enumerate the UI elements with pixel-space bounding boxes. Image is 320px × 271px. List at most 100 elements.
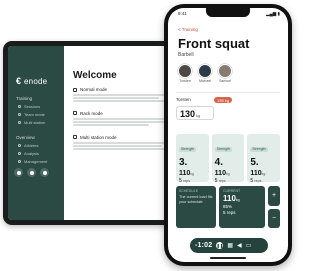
set-label: Strength (250, 146, 268, 152)
dot-icon (18, 113, 21, 116)
status-badge: 135 kg (214, 97, 233, 103)
text-line (73, 145, 162, 147)
mode-label: Normal mode (80, 87, 108, 92)
dot-icon (18, 121, 21, 124)
set-number: 4. (214, 157, 224, 168)
weight-field[interactable]: 130 kg (176, 106, 214, 120)
dot-icon (18, 160, 21, 163)
set-card[interactable]: Strength 5. 110kg 5 reps (247, 134, 281, 184)
text-line (73, 100, 166, 102)
status-icons: ▂▄▆ ▮ (266, 11, 280, 16)
rack-icon (73, 111, 77, 116)
logo-icon: € (16, 76, 22, 86)
back-link[interactable]: < Training (178, 27, 198, 32)
sidebar-item-sessions[interactable]: Sessions (18, 104, 59, 109)
athlete-list: Torsten Michael Samuel (178, 64, 232, 83)
sidebar-item-label: Team mode (24, 112, 45, 117)
text-line (73, 124, 149, 126)
logo-text: enode (24, 76, 48, 86)
current-set-card: CURRENT 110kg 85% 5 reps (219, 186, 265, 228)
current-reps-unit: reps (226, 210, 236, 215)
current-pct: 85% (223, 204, 233, 209)
set-card[interactable]: Strength 4. 110kg 5 reps (211, 134, 245, 184)
set-weight: 110 (214, 170, 226, 177)
set-weight-unit: kg (225, 172, 230, 176)
grid-icon[interactable]: ▦ (227, 242, 233, 249)
sidebar-item-label: Athletes (24, 143, 39, 148)
sidebar-item-analysis[interactable]: Analysis (18, 151, 59, 156)
sidebar-controls (14, 168, 49, 177)
current-weight: 110 (223, 194, 236, 203)
sidebar-item-label: Management (24, 159, 48, 164)
athlete-name: Samuel (219, 79, 231, 83)
phone-screen: 9:41 ▂▄▆ ▮ < Training Front squat Barbel… (168, 8, 288, 262)
dot-icon (18, 144, 21, 147)
tablet-screen: € enode Training Sessions Team mode Mult… (8, 46, 188, 220)
set-reps: 5 (250, 178, 254, 184)
text-line (73, 117, 171, 120)
exercise-subtitle: Barbell (178, 52, 194, 58)
set-weight: 110 (179, 170, 191, 177)
control-button-3[interactable] (40, 168, 49, 177)
station-icon (73, 135, 77, 140)
timer-bar: -1:02 ❚❚ ▦ ◀ ▭ (190, 238, 268, 253)
sidebar-item-team-mode[interactable]: Team mode (18, 112, 59, 117)
dot-icon (18, 152, 21, 155)
tablet-sidebar: € enode Training Sessions Team mode Mult… (8, 46, 64, 220)
home-indicator (210, 257, 246, 259)
plus-button[interactable]: + (268, 186, 280, 206)
schedule-card: SCHEDULE The current load fits your sche… (176, 186, 216, 228)
set-list: Strength 3. 110kg 5 reps Strength 4. 110… (176, 134, 281, 184)
status-time: 9:41 (178, 11, 187, 16)
set-label: Strength (214, 146, 232, 152)
sidebar-item-label: Sessions (24, 104, 41, 109)
set-reps: 5 (214, 178, 218, 184)
sound-icon[interactable]: ◀ (237, 242, 242, 249)
athlete-item[interactable]: Samuel (218, 64, 232, 83)
screen-icon[interactable]: ▭ (246, 242, 252, 249)
schedule-text: The current load fits your schedule (179, 195, 213, 204)
sidebar-item-athletes[interactable]: Athletes (18, 143, 59, 148)
mode-label: Multi station mode (80, 134, 117, 140)
sidebar-item-label: Analysis (24, 151, 39, 156)
set-number: 5. (250, 157, 259, 168)
set-reps-unit: reps (254, 179, 262, 183)
circle-icon (42, 170, 47, 175)
sidebar-section-overview: Overview (16, 135, 35, 140)
app-logo: € enode (16, 77, 59, 86)
athlete-item[interactable]: Michael (198, 64, 212, 83)
text-line (73, 97, 160, 99)
exercise-title: Front squat (178, 36, 250, 51)
control-button-1[interactable] (14, 168, 23, 177)
set-weight-unit: kg (190, 172, 194, 176)
circle-icon (29, 170, 34, 175)
text-line (73, 94, 173, 96)
schedule-panel: SCHEDULE The current load fits your sche… (176, 186, 280, 228)
set-card[interactable]: Strength 3. 110kg 5 reps (176, 134, 209, 184)
weight-unit: kg (196, 113, 201, 118)
set-weight-unit: kg (261, 172, 266, 176)
current-weight-unit: kg (235, 198, 240, 202)
schedule-label: SCHEDULE (179, 189, 199, 193)
weight-value: 130 (180, 109, 196, 119)
current-label: CURRENT (223, 189, 241, 193)
circle-icon (16, 170, 21, 175)
sidebar-item-label: Multi station (24, 120, 46, 125)
set-reps: 5 (179, 178, 182, 184)
control-button-2[interactable] (27, 168, 36, 177)
current-athlete-panel: Torsten 135 kg 130 kg (176, 92, 280, 132)
sidebar-item-multi-station[interactable]: Multi station (18, 120, 59, 125)
text-line (73, 121, 164, 123)
dot-icon (18, 105, 21, 108)
status-bar: 9:41 ▂▄▆ ▮ (178, 11, 280, 17)
avatar (198, 64, 212, 78)
current-reps: 5 (223, 210, 226, 215)
athlete-item[interactable]: Torsten (178, 64, 192, 83)
athlete-name: Michael (198, 79, 212, 83)
set-weight: 110 (250, 170, 262, 177)
minus-button[interactable]: − (268, 208, 280, 228)
sidebar-item-management[interactable]: Management (18, 159, 59, 164)
set-reps-unit: reps (218, 179, 226, 183)
pause-button[interactable]: ❚❚ (216, 242, 224, 249)
avatar (178, 64, 192, 78)
